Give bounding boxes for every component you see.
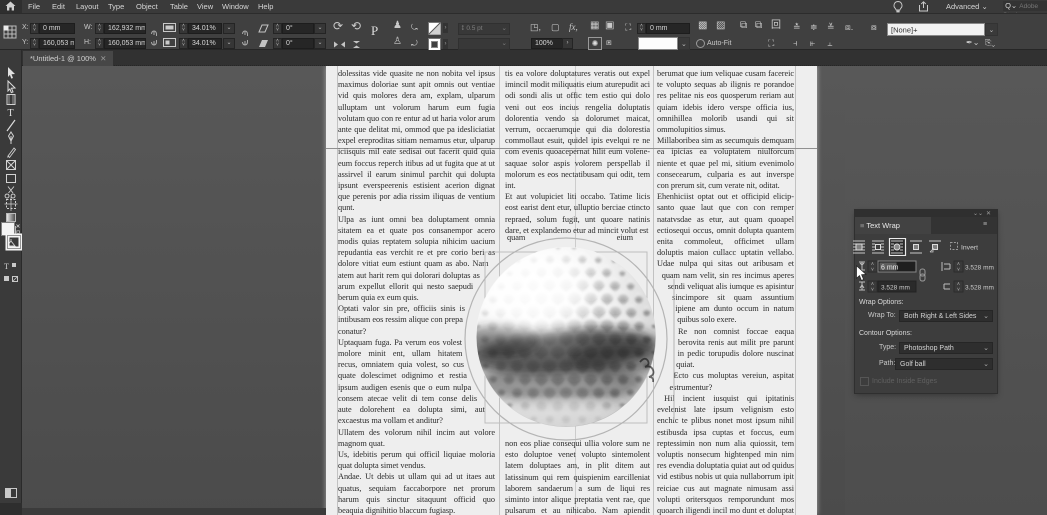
svg-text:˅: ˅: [871, 287, 874, 293]
svg-text:˅: ˅: [871, 267, 874, 273]
svg-text:3.528 mm: 3.528 mm: [881, 285, 910, 292]
svg-text:T: T: [8, 108, 14, 119]
svg-text:˅: ˅: [957, 267, 960, 273]
svg-text:3.528 mm: 3.528 mm: [965, 265, 994, 272]
svg-text:[None]+: [None]+: [891, 26, 918, 35]
svg-text:˅: ˅: [957, 287, 960, 293]
svg-text:3.528 mm: 3.528 mm: [965, 285, 994, 292]
svg-text:6 mm: 6 mm: [881, 265, 899, 272]
svg-text:⌄: ⌄: [989, 27, 995, 34]
svg-text:⌄: ⌄: [681, 41, 687, 48]
svg-text:T: T: [4, 262, 9, 271]
svg-text:Invert: Invert: [961, 245, 978, 252]
